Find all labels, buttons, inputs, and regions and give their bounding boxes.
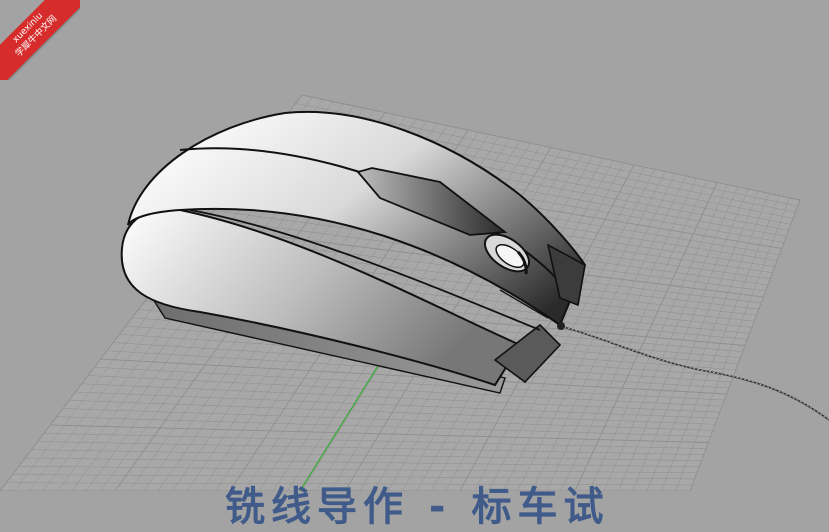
video-caption: 铣线导作 - 标车试 [225, 484, 610, 530]
watermark-ribbon: xuexiniu 学犀牛中文网 [0, 0, 80, 80]
ribbon-band: xuexiniu 学犀牛中文网 [0, 0, 80, 80]
viewport-canvas[interactable] [0, 0, 829, 491]
cable-strain-relief [557, 322, 565, 330]
rhino-perspective-viewport[interactable] [0, 0, 829, 491]
